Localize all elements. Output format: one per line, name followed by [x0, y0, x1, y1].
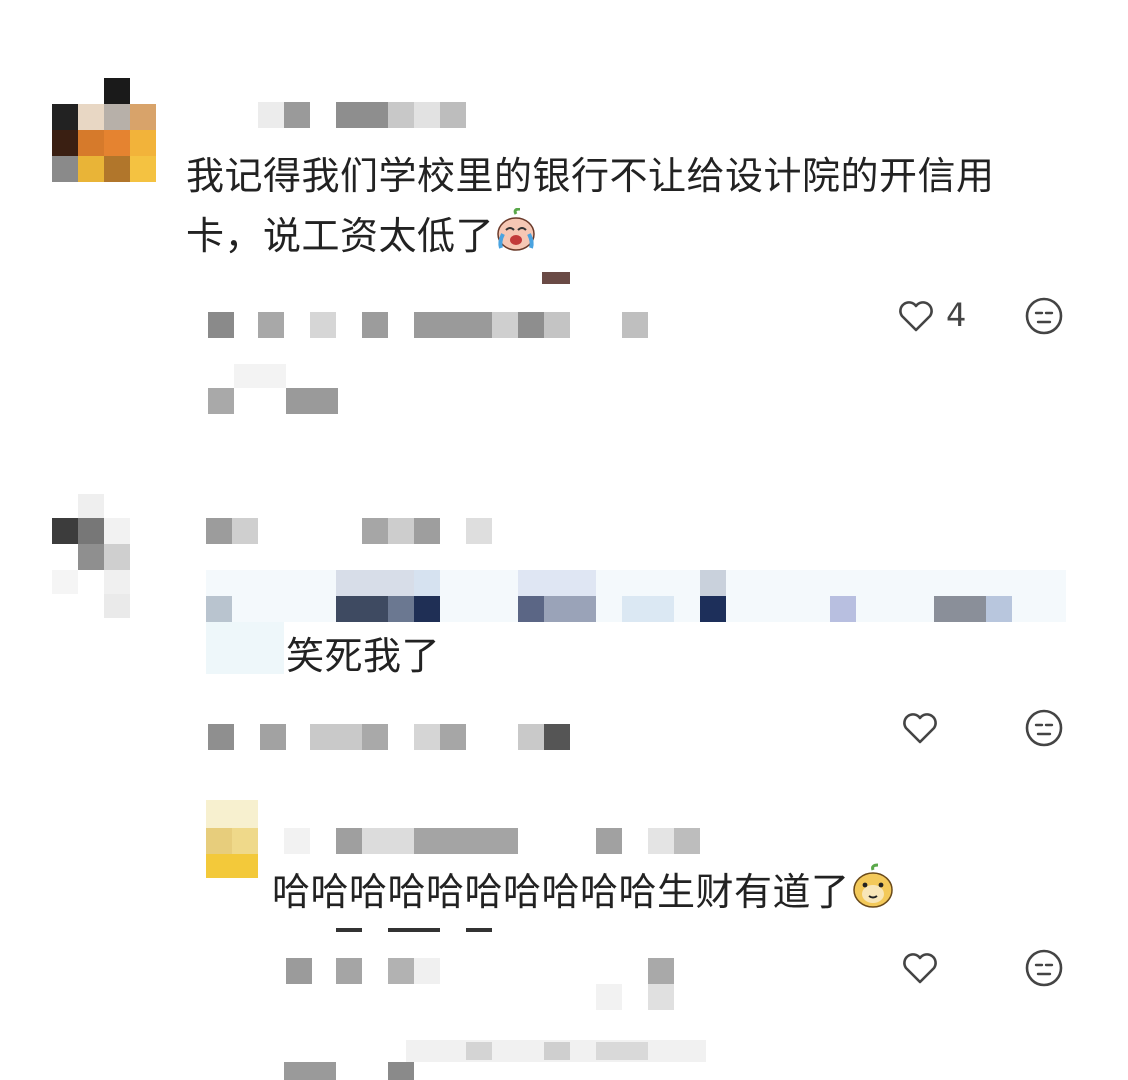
like-button[interactable] [898, 946, 942, 990]
comment-text: 我记得我们学校里的银行不让给设计院的开信用卡，说工资太低了 [186, 146, 1066, 269]
heart-outline-icon [903, 713, 937, 744]
comment-meta [206, 272, 656, 414]
comment-text: 笑死我了 [286, 634, 441, 678]
smug-sticker-icon [850, 863, 896, 926]
dislike-button[interactable] [1022, 706, 1066, 750]
dislike-button[interactable] [1022, 946, 1066, 990]
dislike-button[interactable] [1022, 294, 1066, 338]
like-button[interactable] [894, 294, 938, 338]
username[interactable] [206, 518, 496, 544]
meh-face-icon [1025, 297, 1063, 335]
like-button[interactable] [898, 706, 942, 750]
next-comment-preview [284, 1040, 724, 1080]
comment-meta [206, 724, 576, 750]
username[interactable] [258, 102, 468, 128]
heart-outline-icon [899, 301, 933, 332]
comment-text: 哈哈哈哈哈哈哈哈哈哈生财有道了 [272, 862, 1032, 926]
meh-face-icon [1025, 949, 1063, 987]
like-count: 4 [946, 296, 967, 334]
avatar[interactable] [52, 494, 156, 620]
username[interactable] [284, 828, 704, 854]
heart-outline-icon [903, 953, 937, 984]
avatar[interactable] [206, 800, 260, 880]
comment-meta [284, 928, 684, 1010]
meh-face-icon [1025, 709, 1063, 747]
crying-laughing-sticker-icon [494, 207, 538, 269]
avatar[interactable] [52, 78, 156, 194]
